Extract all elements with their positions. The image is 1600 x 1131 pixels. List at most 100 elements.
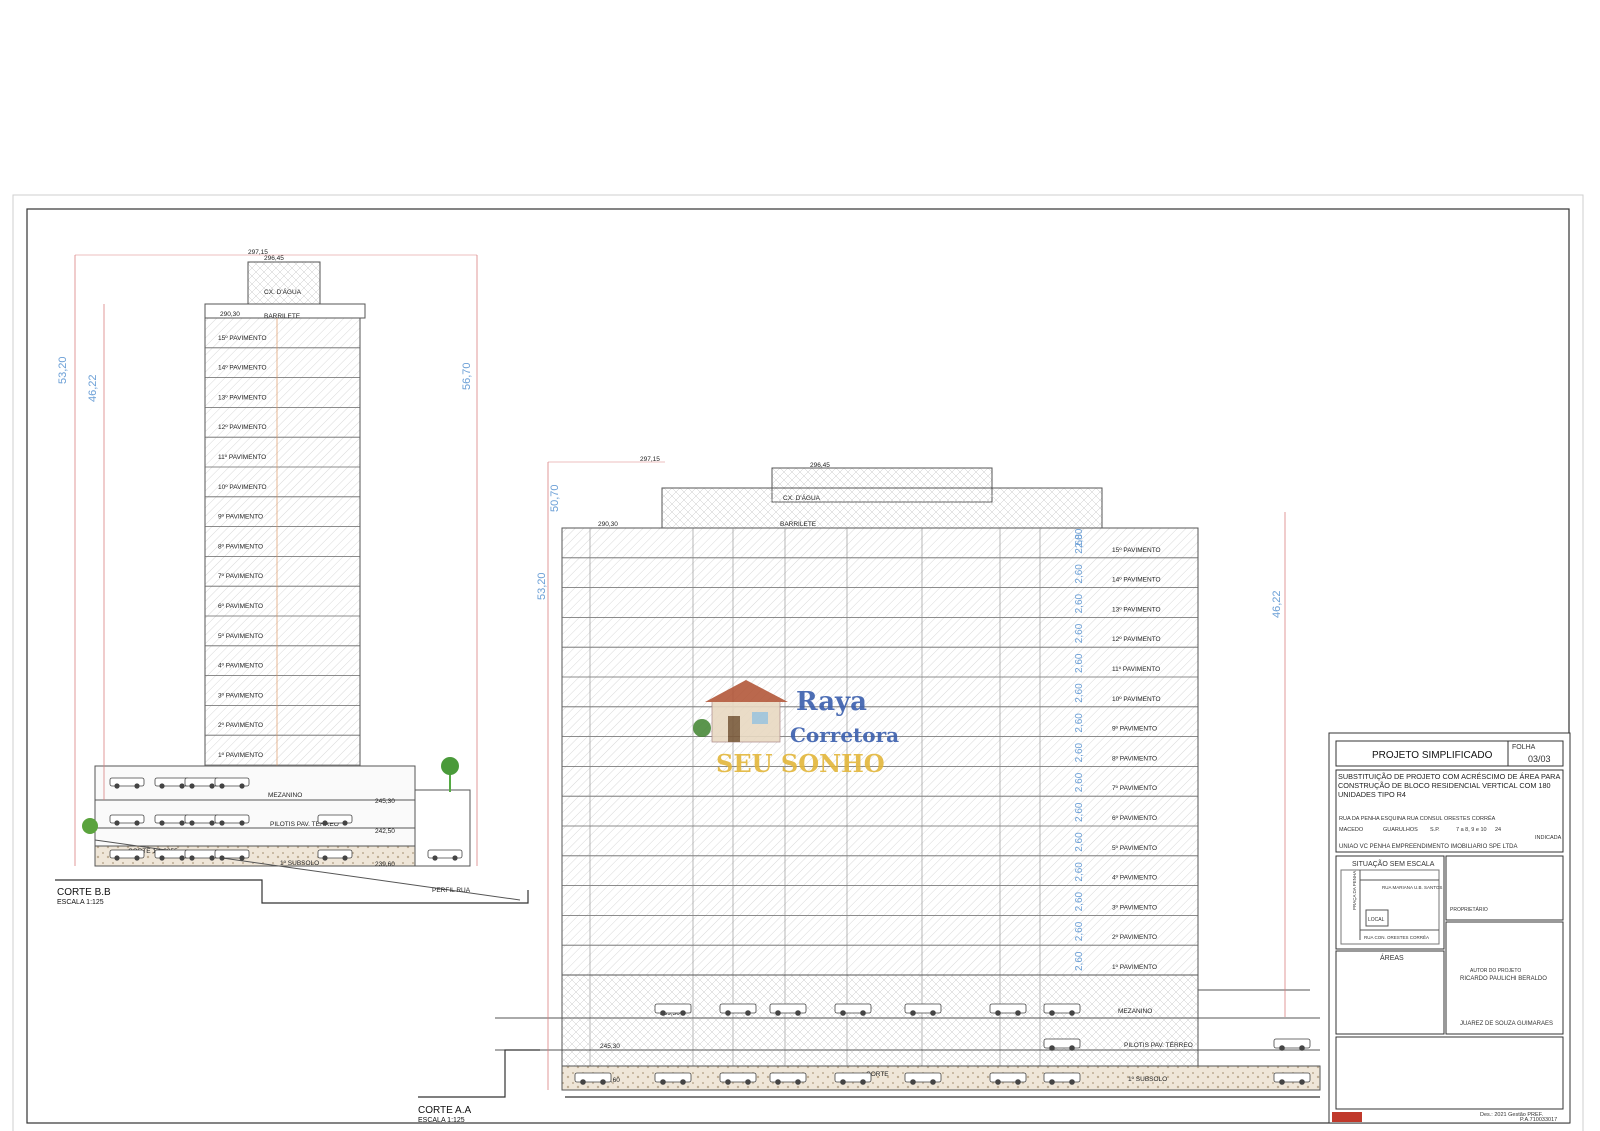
tb-responsavel: JUAREZ DE SOUZA GUIMARAES — [1460, 1021, 1553, 1027]
aa-floor-label: 1º PAVIMENTO — [1112, 964, 1157, 971]
tb-description: SUBSTITUIÇÃO DE PROJETO COM ACRÉSCIMO DE… — [1338, 772, 1560, 799]
tb-proprietario: PROPRIETÁRIO — [1450, 906, 1488, 913]
aa-roof — [661, 487, 1103, 529]
bb-lvl-sub: 239,60 — [375, 861, 395, 868]
aa-level-cx: 296,45 — [810, 462, 830, 469]
tb-areas: ÁREAS — [1380, 953, 1404, 962]
aa-pilotis: PILOTIS PAV. TÉRREO — [1124, 1040, 1193, 1049]
bb-mezanino: MEZANINO — [268, 792, 302, 799]
wm-line3: SEU SONHO — [716, 749, 885, 778]
bb-floor-label: 13º PAVIMENTO — [218, 394, 267, 401]
wm-brand: Raya — [796, 687, 867, 717]
tb-bairro: MACEDO — [1339, 827, 1364, 833]
aa-floor-label: 12º PAVIMENTO — [1112, 636, 1161, 643]
aa-floor-height: 2,60 — [1074, 683, 1085, 703]
bb-subsolo: 1º SUBSOLO — [280, 860, 319, 867]
aa-lvl-pil: 245,30 — [600, 1043, 620, 1050]
wm-line2: Corretora — [790, 723, 899, 747]
bb-perfil: PERFIL RUA — [432, 887, 471, 894]
bb-dim-right: 56,70 — [461, 362, 473, 390]
aa-floor-height: 2,60 — [1074, 951, 1085, 971]
bb-floor-label: 15º PAVIMENTO — [218, 335, 267, 342]
aa-mezanino: MEZANINO — [1118, 1008, 1152, 1015]
bb-floor-label: 6º PAVIMENTO — [218, 603, 263, 610]
bb-title: CORTE B.B — [57, 887, 111, 898]
car-icon — [427, 849, 463, 861]
tb-street-2: RUA CON. ORESTES CORRÊA — [1364, 933, 1429, 940]
tb-folha: 03/03 — [1528, 754, 1551, 764]
tb-escala: INDICADA — [1535, 835, 1562, 841]
bb-floor-label: 9º PAVIMENTO — [218, 514, 263, 521]
bb-floor-label: 3º PAVIMENTO — [218, 692, 263, 699]
aa-level-top: 297,15 — [640, 456, 660, 463]
bb-barrilete-label: BARRILETE — [264, 313, 301, 320]
tb-address: RUA DA PENHA ESQUINA RUA CONSUL ORESTES … — [1339, 814, 1496, 822]
tb-uf: S.P. — [1430, 827, 1440, 833]
aa-floor-label: 15º PAVIMENTO — [1112, 547, 1161, 554]
aa-floor-height: 2,60 — [1074, 742, 1085, 762]
aa-floor-label: 9º PAVIMENTO — [1112, 726, 1157, 733]
aa-floor-label: 2º PAVIMENTO — [1112, 934, 1157, 941]
aa-scale: ESCALA 1:125 — [418, 1117, 465, 1124]
aa-floor-label: 4º PAVIMENTO — [1112, 875, 1157, 882]
bb-floor-label: 2º PAVIMENTO — [218, 722, 263, 729]
aa-floor-label: 3º PAVIMENTO — [1112, 904, 1157, 911]
aa-floor-height: 2,60 — [1074, 534, 1085, 554]
bb-floor-label: 7º PAVIMENTO — [218, 573, 263, 580]
bb-cx-label: CX. D'ÁGUA — [264, 287, 302, 296]
aa-floor-label: 11º PAVIMENTO — [1112, 666, 1160, 673]
aa-dim-top: 50,70 — [549, 484, 561, 512]
bb-dim-mid: 46,22 — [87, 374, 99, 402]
tb-street-3: PRAÇA DA PENHA — [1352, 871, 1357, 910]
bb-level-cx: 296,45 — [264, 255, 284, 262]
car-icon — [1273, 1038, 1311, 1051]
section-bb: 53,20 46,22 56,70 297,15 296,45 290,30 C… — [55, 249, 529, 906]
aa-floor-label: 7º PAVIMENTO — [1112, 785, 1157, 792]
tb-street-1: RUA MARIANA U.B. SANTOS — [1382, 885, 1442, 890]
bb-floor-label: 12º PAVIMENTO — [218, 424, 267, 431]
bb-palm-tree-icon — [441, 757, 459, 792]
section-aa: 50,70 53,20 46,22 297,15 296,45 290,30 C… — [418, 456, 1321, 1124]
aa-cx-label: CX. D'ÁGUA — [783, 493, 821, 502]
aa-floor-height: 2,60 — [1074, 623, 1085, 643]
aa-floor-height: 2,60 — [1074, 921, 1085, 941]
aa-barrilete-label: BARRILETE — [780, 521, 817, 528]
bb-floor-label: 8º PAVIMENTO — [218, 543, 263, 550]
tb-folha-label: FOLHA — [1512, 744, 1536, 751]
aa-floor-label: 13º PAVIMENTO — [1112, 606, 1161, 613]
tb-local: LOCAL — [1368, 917, 1385, 923]
aa-subsolo: 1º SUBSOLO — [1128, 1076, 1167, 1083]
aa-floor-height: 2,60 — [1074, 832, 1085, 852]
tb-autor-label: AUTOR DO PROJETO — [1470, 968, 1521, 974]
tb-quadra: 24 — [1495, 827, 1501, 833]
tb-autor: RICARDO PAULICHI BERALDO — [1460, 976, 1547, 982]
aa-floor-height: 2,60 — [1074, 564, 1085, 584]
aa-floor-height: 2,60 — [1074, 593, 1085, 613]
aa-floor-label: 5º PAVIMENTO — [1112, 845, 1157, 852]
bb-floor-label: 10º PAVIMENTO — [218, 484, 267, 491]
bb-bush-icon — [82, 818, 98, 834]
tb-lote: 7 a 8, 9 e 10 — [1456, 827, 1487, 833]
bb-dim-total: 53,20 — [57, 356, 69, 384]
aa-floor-height: 2,60 — [1074, 891, 1085, 911]
tb-footer-date: Des.: 2021 Gestão PREF. — [1480, 1112, 1543, 1118]
aa-floor-height: 2,60 — [1074, 862, 1085, 882]
bb-floor-label: 11º PAVIMENTO — [218, 454, 266, 461]
tb-stamp-icon — [1332, 1112, 1362, 1122]
aa-floor-height: 2,60 — [1074, 802, 1085, 822]
aa-title: CORTE A.A — [418, 1105, 471, 1116]
tb-cidade: GUARULHOS — [1383, 827, 1418, 833]
aa-floor-label: 14º PAVIMENTO — [1112, 577, 1161, 584]
aa-floor-height: 2,60 — [1074, 713, 1085, 733]
tb-heading: PROJETO SIMPLIFICADO — [1372, 750, 1493, 761]
bb-level-barrilete: 290,30 — [220, 311, 240, 318]
bb-lvl-pil: 242,50 — [375, 828, 395, 835]
aa-level-barrilete: 290,30 — [598, 521, 618, 528]
tb-owner: UNIAO VC PENHA EMPREENDIMENTO IMOBILIARI… — [1339, 844, 1517, 850]
aa-floor-label: 10º PAVIMENTO — [1112, 696, 1161, 703]
bb-lvl-mez: 245,30 — [375, 798, 395, 805]
bb-floor-label: 5º PAVIMENTO — [218, 633, 263, 640]
bb-scale: ESCALA 1:125 — [57, 899, 104, 906]
bb-floor-label: 4º PAVIMENTO — [218, 663, 263, 670]
aa-floor-height: 2,60 — [1074, 653, 1085, 673]
